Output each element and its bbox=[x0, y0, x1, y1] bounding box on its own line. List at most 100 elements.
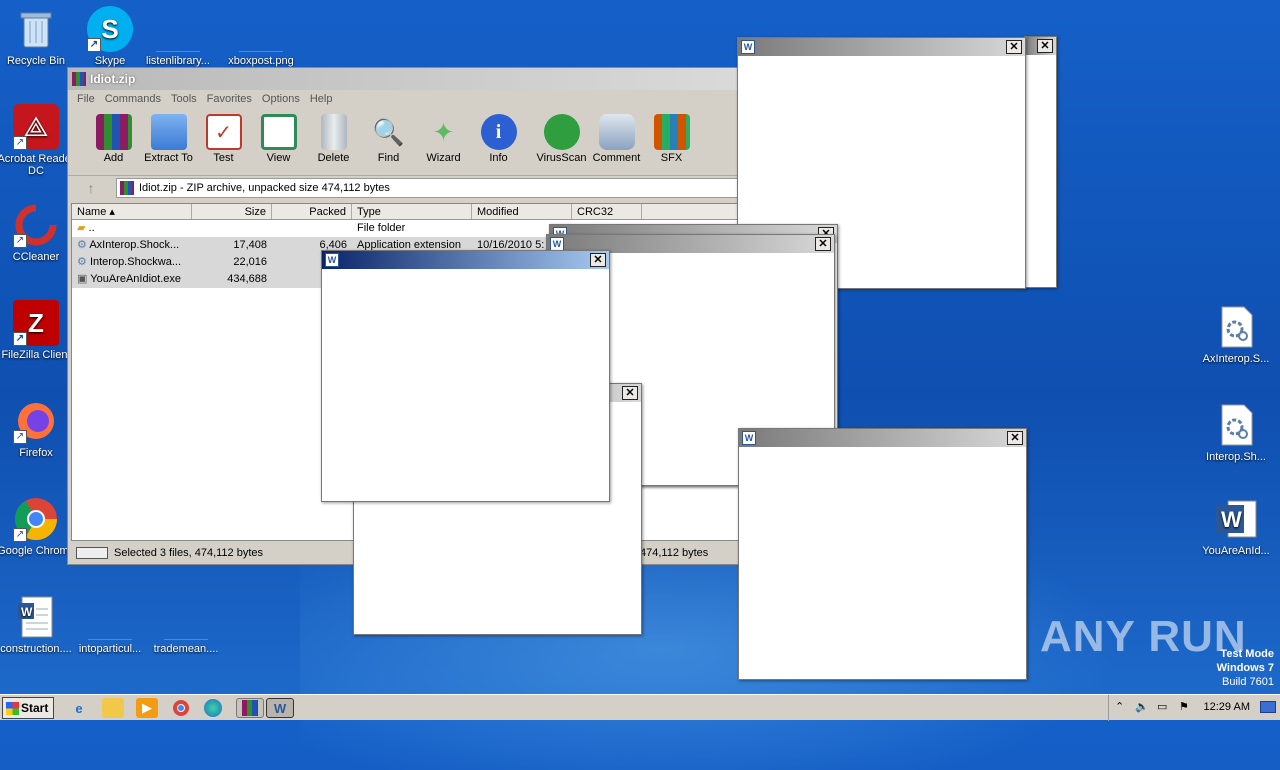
menu-favorites[interactable]: Favorites bbox=[202, 90, 257, 108]
desktop-icon-filezilla[interactable]: Z ↗ FileZilla Client bbox=[0, 300, 76, 361]
find-button[interactable]: 🔍 Find bbox=[361, 108, 416, 175]
button-label: Test bbox=[213, 152, 234, 164]
popup-titlebar[interactable]: W ✕ bbox=[322, 251, 609, 269]
desktop-icon-trademean[interactable]: trademean.... bbox=[146, 594, 226, 655]
button-label: Find bbox=[377, 152, 400, 164]
popup-window[interactable]: W ✕ bbox=[738, 428, 1027, 680]
column-packed[interactable]: Packed bbox=[272, 204, 352, 219]
info-icon: i bbox=[480, 114, 517, 150]
close-icon[interactable]: ✕ bbox=[1037, 39, 1053, 53]
chrome-taskbar-icon[interactable] bbox=[170, 698, 192, 718]
row-name: ▰ .. bbox=[77, 222, 95, 234]
action-center-flag-icon[interactable]: ⚑ bbox=[1179, 700, 1189, 713]
close-icon[interactable]: ✕ bbox=[622, 386, 638, 400]
test-button[interactable]: ✓ Test bbox=[196, 108, 251, 175]
desktop-icon-axinterop[interactable]: AxInterop.S... bbox=[1196, 304, 1276, 365]
file-icon bbox=[163, 594, 209, 640]
exe-file-icon: ▣ bbox=[77, 273, 88, 285]
desktop-icon-acrobat[interactable]: ⟁ ↗ Acrobat Reader DC bbox=[0, 104, 76, 177]
desktop-icon-interop[interactable]: Interop.Sh... bbox=[1196, 402, 1276, 463]
close-icon[interactable]: ✕ bbox=[1007, 431, 1023, 445]
start-button[interactable]: Start bbox=[2, 697, 54, 719]
menu-commands[interactable]: Commands bbox=[100, 90, 166, 108]
shortcut-arrow-icon: ↗ bbox=[13, 234, 27, 248]
network-icon[interactable]: ▭ bbox=[1157, 700, 1167, 713]
button-label: Delete bbox=[317, 152, 350, 164]
desktop-icon-intoparticul[interactable]: intoparticul... bbox=[70, 594, 150, 655]
popup-titlebar[interactable]: W ✕ bbox=[738, 38, 1025, 56]
popup-titlebar[interactable]: W ✕ bbox=[739, 429, 1026, 447]
column-crc32[interactable]: CRC32 bbox=[572, 204, 642, 219]
popup-window-active[interactable]: W ✕ bbox=[321, 250, 610, 502]
winrar-toolbar: Add Extract To ✓ Test View Delete 🔍 Find ✦… bbox=[68, 108, 786, 176]
show-hidden-icons-chevron-icon[interactable]: ⌃ bbox=[1115, 700, 1124, 713]
menu-file[interactable]: File bbox=[72, 90, 100, 108]
menu-help[interactable]: Help bbox=[305, 90, 338, 108]
window-title: Idiot.zip bbox=[90, 72, 136, 86]
close-icon[interactable]: ✕ bbox=[815, 237, 831, 251]
delete-bin-icon bbox=[320, 114, 347, 150]
column-name[interactable]: Name ▴ bbox=[72, 204, 192, 219]
desktop-icon-label: Recycle Bin bbox=[6, 55, 66, 67]
word-icon: W bbox=[1213, 496, 1259, 542]
row-name: ⚙ AxInterop.Shock... bbox=[77, 239, 180, 251]
column-type[interactable]: Type bbox=[352, 204, 472, 219]
virusscan-button[interactable]: VirusScan bbox=[534, 108, 589, 175]
ccleaner-icon: ↗ bbox=[13, 202, 59, 248]
shortcut-arrow-icon: ↗ bbox=[13, 136, 27, 150]
desktop-icon-label: Interop.Sh... bbox=[1206, 451, 1266, 463]
shortcut-arrow-icon: ↗ bbox=[13, 430, 27, 444]
ie-icon[interactable]: e bbox=[68, 698, 90, 718]
extract-to-button[interactable]: Extract To bbox=[141, 108, 196, 175]
wizard-button[interactable]: ✦ Wizard bbox=[416, 108, 471, 175]
desktop-icon-firefox[interactable]: ↗ Firefox bbox=[0, 398, 76, 459]
winrar-taskbar-icon[interactable] bbox=[236, 698, 264, 718]
archive-path-field[interactable]: Idiot.zip - ZIP archive, unpacked size 4… bbox=[116, 178, 786, 198]
desktop-icon-chrome[interactable]: ↗ Google Chrome bbox=[0, 496, 76, 557]
close-icon[interactable]: ✕ bbox=[590, 253, 606, 267]
winrar-archive-icon bbox=[120, 181, 134, 195]
desktop-icon-label: Firefox bbox=[19, 447, 53, 459]
volume-icon[interactable]: 🔈 bbox=[1135, 700, 1149, 713]
explorer-folder-icon[interactable] bbox=[102, 698, 124, 718]
word-taskbar-icon[interactable]: W bbox=[266, 698, 294, 718]
desktop-icon-youareanidiot[interactable]: W YouAreAnId... bbox=[1196, 496, 1276, 557]
desktop-icon-xboxpost[interactable]: xboxpost.png bbox=[221, 6, 301, 67]
view-button[interactable]: View bbox=[251, 108, 306, 175]
info-button[interactable]: i Info bbox=[471, 108, 526, 175]
clock[interactable]: 12:29 AM bbox=[1204, 701, 1250, 713]
desktop-icon-recycle-bin[interactable]: Recycle Bin bbox=[0, 6, 76, 67]
comment-button[interactable]: Comment bbox=[589, 108, 644, 175]
delete-button[interactable]: Delete bbox=[306, 108, 361, 175]
desktop-icon-ccleaner[interactable]: ↗ CCleaner bbox=[0, 202, 76, 263]
show-desktop-icon[interactable] bbox=[1260, 701, 1276, 713]
add-button[interactable]: Add bbox=[86, 108, 141, 175]
sfx-button[interactable]: SFX bbox=[644, 108, 699, 175]
media-player-icon[interactable]: ▶ bbox=[136, 698, 158, 718]
desktop-icon-label: trademean.... bbox=[153, 643, 219, 655]
row-name: ▣ YouAreAnIdiot.exe bbox=[77, 273, 181, 285]
desktop-icon-listenlibrary[interactable]: listenlibrary... bbox=[138, 6, 218, 67]
popup-titlebar[interactable]: ✕ bbox=[1025, 37, 1056, 55]
wizard-wand-icon: ✦ bbox=[432, 116, 455, 147]
popup-window[interactable]: ✕ bbox=[1024, 36, 1057, 288]
dll-file-icon bbox=[1213, 304, 1259, 350]
shortcut-arrow-icon: ↗ bbox=[87, 38, 101, 52]
menu-tools[interactable]: Tools bbox=[166, 90, 202, 108]
word-icon: W bbox=[742, 431, 756, 445]
menu-options[interactable]: Options bbox=[257, 90, 305, 108]
archive-path-text: Idiot.zip - ZIP archive, unpacked size 4… bbox=[139, 182, 390, 194]
column-modified[interactable]: Modified bbox=[472, 204, 572, 219]
edge-icon[interactable] bbox=[204, 699, 222, 717]
add-archive-icon bbox=[95, 114, 132, 150]
close-icon[interactable]: ✕ bbox=[1006, 40, 1022, 54]
find-magnifier-icon: 🔍 bbox=[372, 116, 405, 147]
up-arrow-icon[interactable]: ↑ bbox=[76, 178, 106, 198]
desktop-icon-construction[interactable]: W construction.... bbox=[0, 594, 76, 655]
status-text: Selected 3 files, 474,112 bytes bbox=[114, 547, 264, 559]
taskbar: Start e ▶ W ⌃ 🔈 ▭ ⚑ 12:29 AM bbox=[0, 694, 1280, 721]
winrar-titlebar[interactable]: Idiot.zip bbox=[68, 68, 786, 90]
shortcut-arrow-icon: ↗ bbox=[13, 332, 27, 346]
column-size[interactable]: Size bbox=[192, 204, 272, 219]
view-book-icon bbox=[260, 114, 297, 150]
